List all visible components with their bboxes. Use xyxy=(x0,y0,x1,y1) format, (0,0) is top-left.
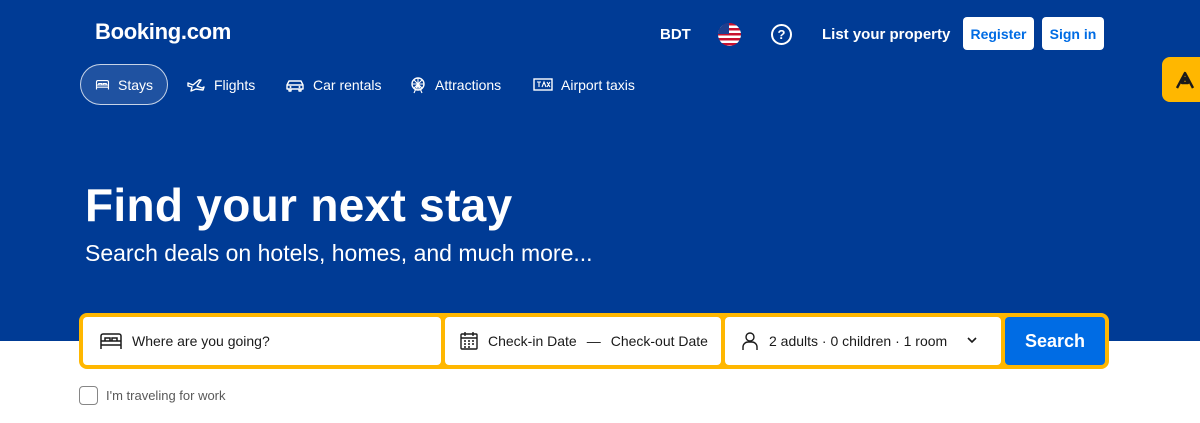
work-travel-checkbox[interactable] xyxy=(79,386,98,405)
ferris-wheel-icon xyxy=(411,76,425,93)
us-flag-icon[interactable] xyxy=(718,23,741,46)
tab-label: Stays xyxy=(117,76,153,93)
work-travel-label: I'm traveling for work xyxy=(106,388,226,403)
list-property-link[interactable]: List your property xyxy=(822,26,950,43)
assistant-button[interactable] xyxy=(1162,57,1200,102)
chevron-down-icon xyxy=(967,337,977,344)
person-icon xyxy=(742,332,758,350)
page-subtitle: Search deals on hotels, homes, and much … xyxy=(85,240,593,266)
tab-car-rentals[interactable]: Car rentals xyxy=(285,64,381,105)
date-picker-field[interactable]: Check-in Date — Check-out Date xyxy=(445,317,721,365)
booking-logo[interactable]: Booking.com xyxy=(95,19,231,45)
currency-selector[interactable]: BDT xyxy=(660,26,691,43)
checkout-date: Check-out Date xyxy=(610,333,708,349)
plane-icon xyxy=(187,78,205,92)
register-button[interactable]: Register xyxy=(963,17,1034,50)
tab-flights[interactable]: Flights xyxy=(186,64,255,105)
sign-in-button[interactable]: Sign in xyxy=(1042,17,1104,50)
bed-icon xyxy=(100,333,122,349)
guests-summary: 2 adults · 0 children · 1 room xyxy=(769,333,948,349)
assistant-logo-icon xyxy=(1175,71,1195,89)
bed-icon xyxy=(95,79,110,89)
destination-placeholder: Where are you going? xyxy=(132,333,270,349)
guests-field[interactable]: 2 adults · 0 children · 1 room xyxy=(725,317,1001,365)
car-icon xyxy=(286,79,304,92)
taxi-icon xyxy=(533,77,553,91)
tab-label: Car rentals xyxy=(313,76,382,93)
date-separator: — xyxy=(586,333,601,349)
search-button[interactable]: Search xyxy=(1005,317,1105,365)
calendar-icon xyxy=(460,332,478,350)
help-icon[interactable]: ? xyxy=(771,24,792,45)
page-title: Find your next stay xyxy=(85,179,513,231)
checkin-date: Check-in Date xyxy=(488,333,577,349)
tab-attractions[interactable]: Attractions xyxy=(409,64,501,105)
search-bar: Where are you going? Check-in Date — Che… xyxy=(79,313,1109,369)
tab-label: Attractions xyxy=(435,76,502,93)
hero-banner: Booking.com BDT ? List your property Reg… xyxy=(0,0,1200,341)
tab-label: Flights xyxy=(214,76,256,93)
work-travel-option[interactable]: I'm traveling for work xyxy=(79,386,226,405)
tab-airport-taxis[interactable]: Airport taxis xyxy=(533,64,635,105)
destination-field[interactable]: Where are you going? xyxy=(83,317,441,365)
tab-stays[interactable]: Stays xyxy=(80,64,168,105)
tab-label: Airport taxis xyxy=(561,76,635,93)
